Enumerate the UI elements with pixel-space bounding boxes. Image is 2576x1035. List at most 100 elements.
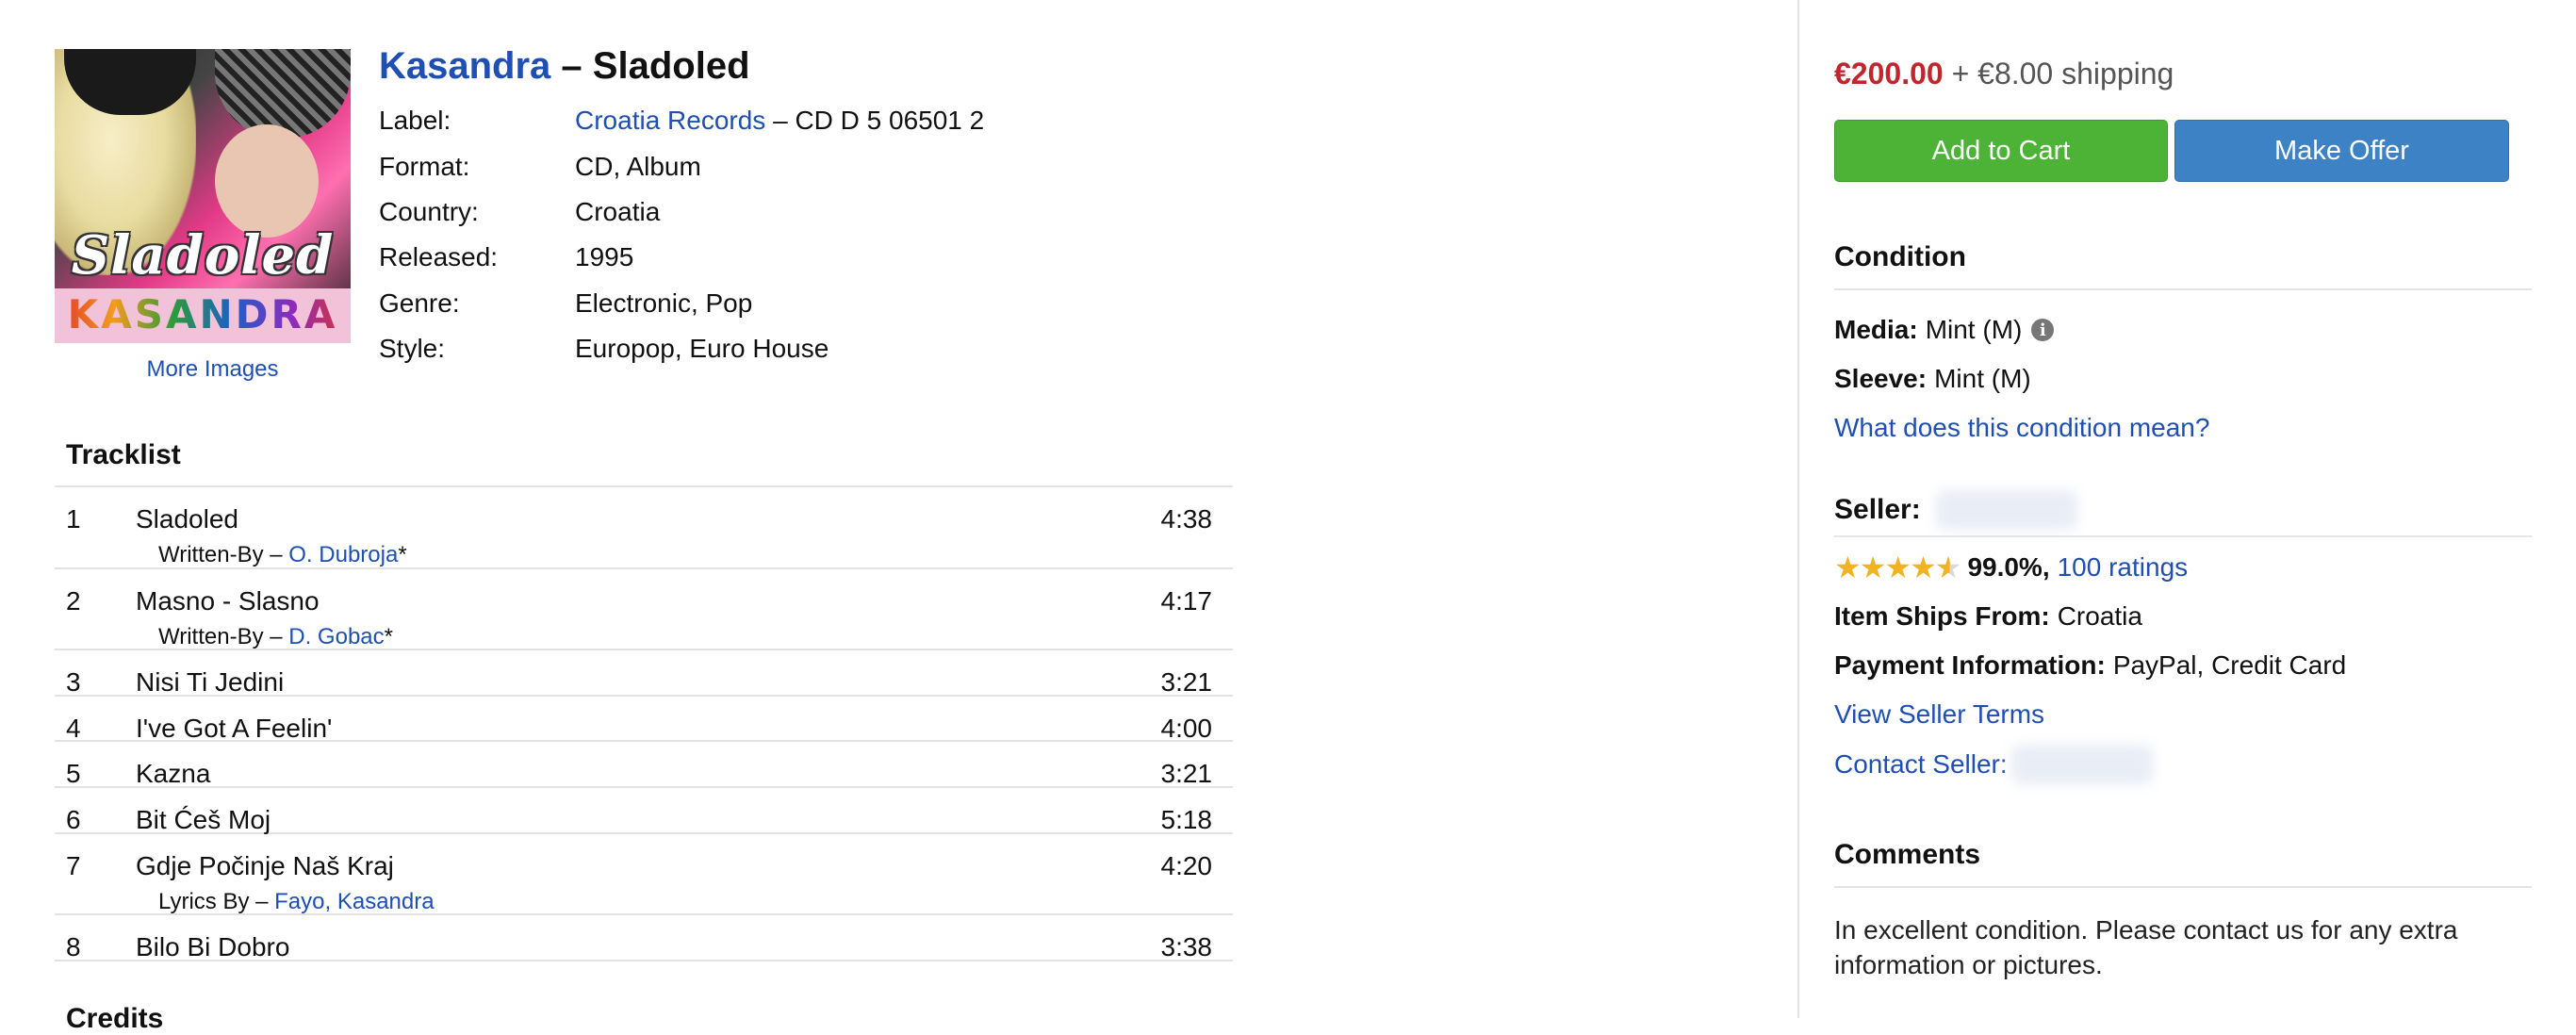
track-position: 2 <box>66 585 81 616</box>
track-duration: 4:20 <box>1160 850 1213 880</box>
track-duration: 5:18 <box>1160 804 1213 834</box>
track-duration: 4:00 <box>1160 713 1213 743</box>
condition-divider <box>1834 288 2532 290</box>
title-separator: – <box>550 45 593 87</box>
add-to-cart-button[interactable]: Add to Cart <box>1834 120 2168 182</box>
detail-value: Croatia Records – CD D 5 06501 2 <box>575 106 984 136</box>
media-value: Mint (M) <box>1925 315 2023 344</box>
release-title: Kasandra – Sladoled <box>379 45 750 88</box>
track-title: Nisi Ti Jedini <box>136 667 285 698</box>
tracklist-table: 1 Sladoled 4:38 Written-By – O. Dubroja*… <box>55 485 1233 961</box>
star-icon: ★ <box>1910 550 1937 584</box>
view-seller-terms-link[interactable]: View Seller Terms <box>1834 699 2044 730</box>
credit-artist-link[interactable]: O. Dubroja <box>288 542 398 567</box>
sleeve-label: Sleeve: <box>1834 364 1928 393</box>
sleeve-condition: Sleeve: Mint (M) <box>1834 364 2031 394</box>
sleeve-value: Mint (M) <box>1934 364 2031 393</box>
track-position: 6 <box>66 804 81 834</box>
label-link[interactable]: Croatia Records <box>575 106 765 135</box>
seller-comment: In excellent condition. Please contact u… <box>1834 915 2458 979</box>
track-position: 7 <box>66 850 81 880</box>
detail-row-released: Released: 1995 <box>379 235 984 280</box>
track-row: 5 Kazna 3:21 <box>55 742 1233 788</box>
detail-value: CD, Album <box>575 151 701 181</box>
detail-value: Electronic, Pop <box>575 288 753 318</box>
track-row: 3 Nisi Ti Jedini 3:21 <box>55 650 1233 697</box>
detail-value: Europop, Euro House <box>575 334 829 364</box>
credit-role: Lyrics By – <box>158 888 275 914</box>
media-label: Media: <box>1834 315 1918 344</box>
credit-suffix: * <box>384 623 393 649</box>
contact-seller-row: Contact Seller: <box>1834 745 2153 784</box>
condition-help-link[interactable]: What does this condition mean? <box>1834 413 2209 443</box>
artist-link[interactable]: Kasandra <box>379 45 550 87</box>
seller-divider <box>1834 535 2532 537</box>
credit-role: Written-By – <box>158 623 289 649</box>
track-row: 4 I've Got A Feelin' 4:00 <box>55 697 1233 743</box>
star-icon: ★ <box>1859 550 1887 584</box>
comments-divider <box>1834 886 2532 888</box>
detail-row-style: Style: Europop, Euro House <box>379 326 984 371</box>
ships-from: Item Ships From: Croatia <box>1834 601 2142 632</box>
track-title: Gdje Počinje Naš Kraj <box>136 850 394 880</box>
credits-heading: Credits <box>66 1003 164 1034</box>
price-line: €200.00 + €8.00 shipping <box>1834 57 2174 91</box>
catalog-number: – CD D 5 06501 2 <box>765 106 985 136</box>
comments-heading: Comments <box>1834 839 1981 870</box>
ships-from-value: Croatia <box>2057 601 2142 631</box>
cover-art-hat-right <box>215 49 351 139</box>
release-name: Sladoled <box>592 45 750 87</box>
credit-suffix: * <box>398 542 407 567</box>
detail-key: Label: <box>379 106 451 136</box>
detail-value: 1995 <box>575 242 634 272</box>
detail-key: Style: <box>379 334 446 364</box>
info-icon[interactable]: i <box>2031 319 2055 341</box>
track-position: 4 <box>66 713 81 743</box>
track-duration: 3:21 <box>1160 759 1213 789</box>
item-price: €200.00 <box>1834 57 1944 90</box>
track-position: 8 <box>66 932 81 962</box>
track-row: 1 Sladoled 4:38 Written-By – O. Dubroja* <box>55 487 1233 569</box>
ships-from-label: Item Ships From: <box>1834 601 2050 631</box>
credit-artist-link[interactable]: Fayo, Kasandra <box>274 889 434 914</box>
track-row: 7 Gdje Počinje Naš Kraj 4:20 Lyrics By –… <box>55 834 1233 916</box>
detail-key: Released: <box>379 242 499 272</box>
star-icon: ★ <box>1834 550 1862 584</box>
contact-seller-link[interactable]: Contact Seller: <box>1834 749 2008 780</box>
seller-name-redacted[interactable] <box>1935 490 2077 530</box>
track-duration: 3:21 <box>1160 667 1213 698</box>
detail-key: Country: <box>379 196 479 226</box>
ratings-count-link[interactable]: 100 ratings <box>2058 552 2189 583</box>
make-offer-button[interactable]: Make Offer <box>2174 120 2509 182</box>
album-cover-image[interactable]: Sladoled KASANDRA <box>55 49 351 343</box>
track-title: I've Got A Feelin' <box>136 713 333 743</box>
track-credit: Lyrics By – Fayo, Kasandra <box>158 888 435 914</box>
detail-row-genre: Genre: Electronic, Pop <box>379 281 984 326</box>
more-images-link[interactable]: More Images <box>55 356 370 383</box>
half-star-icon: ★ <box>1934 550 1962 584</box>
seller-rating: ★ ★ ★ ★ ★ 99.0%, 100 ratings <box>1834 552 2188 583</box>
detail-key: Format: <box>379 151 470 181</box>
track-duration: 4:17 <box>1160 585 1213 616</box>
detail-value: Croatia <box>575 196 661 226</box>
track-title: Bit Ćeš Moj <box>136 804 271 834</box>
cover-art-figure-right <box>215 124 319 238</box>
payment-label: Payment Information: <box>1834 650 2106 680</box>
track-position: 1 <box>66 504 81 534</box>
seller-heading: Seller: <box>1834 494 1921 525</box>
contact-seller-name-redacted[interactable] <box>2010 745 2153 784</box>
track-row: 8 Bilo Bi Dobro 3:38 <box>55 915 1233 961</box>
track-title: Bilo Bi Dobro <box>136 932 290 962</box>
media-condition: Media: Mint (M) i <box>1834 315 2055 345</box>
tracklist-heading: Tracklist <box>66 439 181 470</box>
track-duration: 4:38 <box>1160 504 1213 534</box>
track-title: Sladoled <box>136 504 238 534</box>
credit-artist-link[interactable]: D. Gobac <box>288 624 384 649</box>
column-divider <box>1797 0 1799 1018</box>
detail-key: Genre: <box>379 288 460 318</box>
release-details: Label: Croatia Records – CD D 5 06501 2 … <box>379 98 984 371</box>
track-credit: Written-By – D. Gobac* <box>158 623 393 649</box>
credit-role: Written-By – <box>158 542 289 567</box>
cover-script-title: Sladoled <box>71 224 335 287</box>
track-credit: Written-By – O. Dubroja* <box>158 544 407 567</box>
